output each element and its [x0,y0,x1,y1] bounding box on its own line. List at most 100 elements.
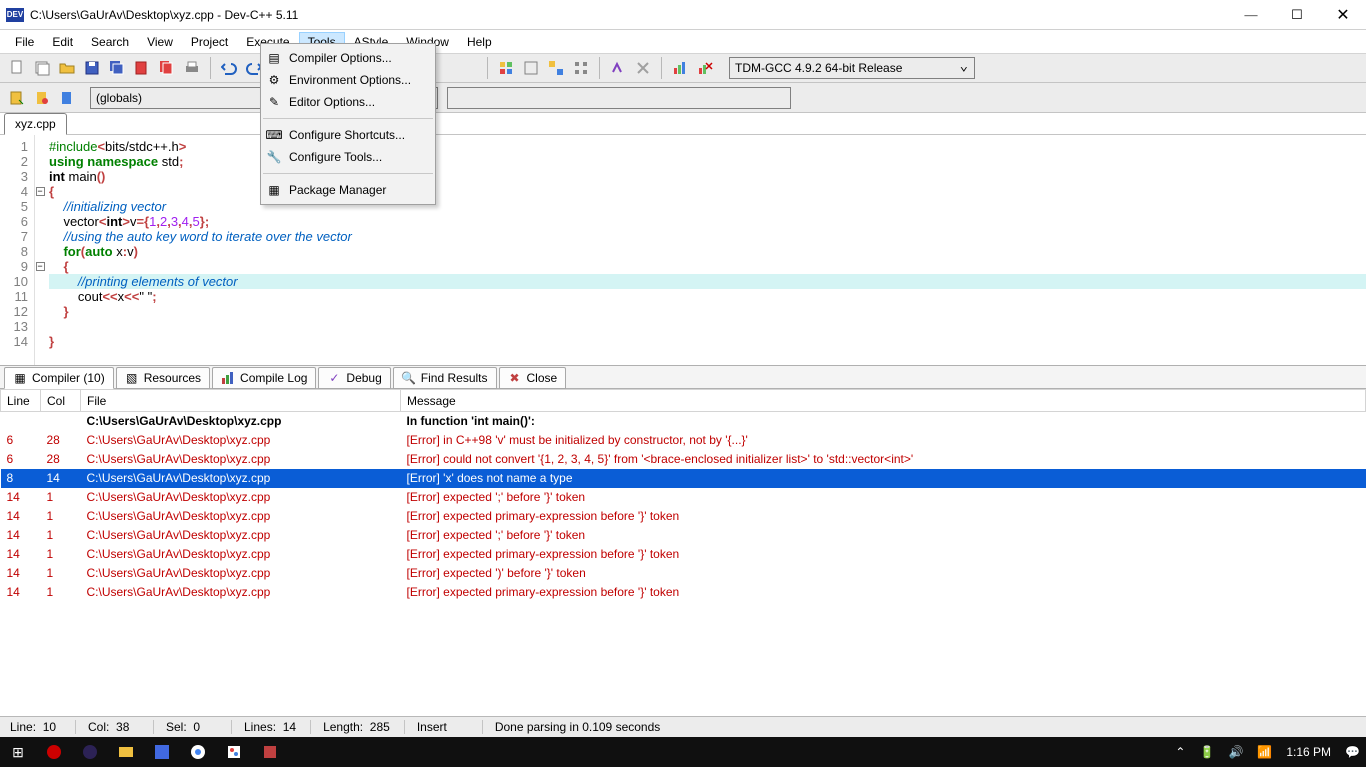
error-row[interactable]: 141C:\Users\GaUrAv\Desktop\xyz.cpp[Error… [1,564,1366,583]
keyboard-icon: ⌨ [265,127,283,143]
start-button[interactable]: ⊞ [0,737,36,767]
tools-environment-options[interactable]: ⚙Environment Options... [261,69,435,91]
window-title: C:\Users\GaUrAv\Desktop\xyz.cpp - Dev-C+… [30,8,298,22]
close-all-icon[interactable] [156,57,178,79]
minimize-button[interactable]: — [1228,0,1274,30]
menu-view[interactable]: View [138,32,182,52]
close-button[interactable]: ✕ [1320,0,1366,30]
tab-compile-log[interactable]: Compile Log [212,367,316,389]
col-header-message[interactable]: Message [401,390,1366,412]
new-file-icon[interactable] [6,57,28,79]
grid-icon: ▦ [13,371,27,385]
close-icon: ✖ [508,371,522,385]
col-header-file[interactable]: File [81,390,401,412]
sliders-icon: ⚙ [265,72,283,88]
code-editor[interactable]: 1234567891011121314 −− #include<bits/std… [0,135,1366,365]
tray-wifi-icon[interactable]: 📶 [1257,745,1272,759]
stop-icon[interactable] [632,57,654,79]
fold-toggle-icon[interactable]: − [36,262,45,271]
compile-icon[interactable] [495,57,517,79]
goto-file-icon[interactable] [6,87,28,109]
compile-run-icon[interactable] [545,57,567,79]
error-row[interactable]: 141C:\Users\GaUrAv\Desktop\xyz.cpp[Error… [1,526,1366,545]
code-area[interactable]: #include<bits/stdc++.h> using namespace … [45,135,1366,365]
tab-resources[interactable]: ▧Resources [116,367,210,389]
menu-project[interactable]: Project [182,32,237,52]
tools-configure-tools[interactable]: 🔧Configure Tools... [261,146,435,168]
debug-icon[interactable] [607,57,629,79]
save-all-icon[interactable] [106,57,128,79]
run-icon[interactable] [520,57,542,79]
tray-battery-icon[interactable]: 🔋 [1199,745,1214,759]
tray-chevron-up-icon[interactable]: ⌃ [1175,745,1185,759]
tools-editor-options[interactable]: ✎Editor Options... [261,91,435,113]
new-project-icon[interactable] [31,57,53,79]
error-row[interactable]: 141C:\Users\GaUrAv\Desktop\xyz.cpp[Error… [1,545,1366,564]
rebuild-icon[interactable] [570,57,592,79]
secondary-toolbar: (globals) [0,83,1366,113]
error-row[interactable]: 141C:\Users\GaUrAv\Desktop\xyz.cpp[Error… [1,507,1366,526]
menubar: File Edit Search View Project Execute To… [0,30,1366,53]
main-toolbar: TDM-GCC 4.9.2 64-bit Release [0,53,1366,83]
close-file-icon[interactable] [131,57,153,79]
bookmark-icon[interactable] [31,87,53,109]
error-row[interactable]: 628C:\Users\GaUrAv\Desktop\xyz.cpp[Error… [1,450,1366,469]
symbol-select[interactable] [447,87,791,109]
col-header-line[interactable]: Line [1,390,41,412]
taskbar-opera-icon[interactable] [36,737,72,767]
pencil-icon: ✎ [265,94,283,110]
compiler-output: Line Col File Message C:\Users\GaUrAv\De… [0,389,1366,716]
bottom-tabstrip: ▦Compiler (10) ▧Resources Compile Log ✓D… [0,365,1366,389]
wrench-icon: 🔧 [265,149,283,165]
windows-taskbar: ⊞ ⌃ 🔋 🔊 📶 1:16 PM 💬 [0,737,1366,767]
print-icon[interactable] [181,57,203,79]
menu-search[interactable]: Search [82,32,138,52]
list-icon: ▤ [265,50,283,66]
error-row[interactable]: 814C:\Users\GaUrAv\Desktop\xyz.cpp[Error… [1,469,1366,488]
taskbar-explorer-icon[interactable] [108,737,144,767]
statusbar: Line: 10 Col: 38 Sel: 0 Lines: 14 Length… [0,716,1366,737]
menu-file[interactable]: File [6,32,43,52]
fold-gutter: −− [35,135,45,365]
error-row[interactable]: C:\Users\GaUrAv\Desktop\xyz.cppIn functi… [1,412,1366,431]
open-icon[interactable] [56,57,78,79]
taskbar-paint-icon[interactable] [216,737,252,767]
tray-volume-icon[interactable]: 🔊 [1228,745,1243,759]
taskbar-app-icon[interactable] [252,737,288,767]
profile-icon[interactable] [669,57,691,79]
tools-configure-shortcuts[interactable]: ⌨Configure Shortcuts... [261,124,435,146]
undo-icon[interactable] [218,57,240,79]
goto-bookmark-icon[interactable] [56,87,78,109]
menu-help[interactable]: Help [458,32,501,52]
tools-package-manager[interactable]: ▦Package Manager [261,179,435,201]
taskbar-eclipse-icon[interactable] [72,737,108,767]
save-icon[interactable] [81,57,103,79]
error-row[interactable]: 141C:\Users\GaUrAv\Desktop\xyz.cpp[Error… [1,583,1366,602]
delete-profile-icon[interactable] [694,57,716,79]
col-header-col[interactable]: Col [41,390,81,412]
tab-find-results[interactable]: 🔍Find Results [393,367,497,389]
taskbar-chrome-icon[interactable] [180,737,216,767]
titlebar: DEV C:\Users\GaUrAv\Desktop\xyz.cpp - De… [0,0,1366,30]
fold-toggle-icon[interactable]: − [36,187,45,196]
compiler-select[interactable]: TDM-GCC 4.9.2 64-bit Release [729,57,975,79]
search-icon: 🔍 [402,371,416,385]
tab-debug[interactable]: ✓Debug [318,367,390,389]
maximize-button[interactable]: ☐ [1274,0,1320,30]
menu-edit[interactable]: Edit [43,32,82,52]
editor-tab-xyz[interactable]: xyz.cpp [4,113,67,135]
stack-icon: ▧ [125,371,139,385]
app-icon: DEV [6,8,24,22]
error-row[interactable]: 141C:\Users\GaUrAv\Desktop\xyz.cpp[Error… [1,488,1366,507]
tray-notifications-icon[interactable]: 💬 [1345,745,1360,759]
tools-dropdown: ▤Compiler Options... ⚙Environment Option… [260,43,436,205]
tray-clock[interactable]: 1:16 PM [1286,745,1331,759]
line-gutter: 1234567891011121314 [0,135,35,365]
tab-close[interactable]: ✖Close [499,367,567,389]
check-icon: ✓ [327,371,341,385]
tools-compiler-options[interactable]: ▤Compiler Options... [261,47,435,69]
taskbar-devcpp-icon[interactable] [144,737,180,767]
package-icon: ▦ [265,182,283,198]
tab-compiler[interactable]: ▦Compiler (10) [4,367,114,389]
error-row[interactable]: 628C:\Users\GaUrAv\Desktop\xyz.cpp[Error… [1,431,1366,450]
